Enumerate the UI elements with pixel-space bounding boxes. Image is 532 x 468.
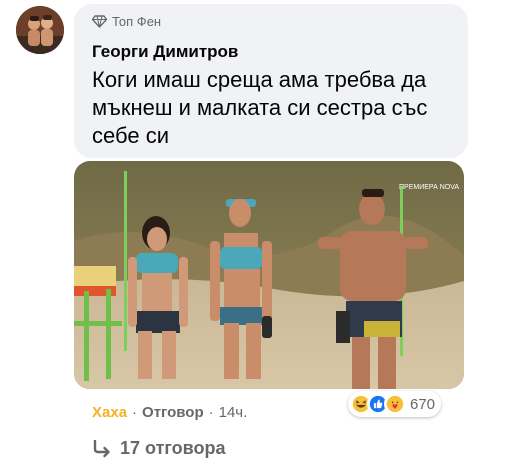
comment-actions: Хаха · Отговор · 14ч. — [92, 404, 247, 421]
separator-dot: · — [132, 404, 138, 421]
reaction-count: 670 — [410, 395, 436, 413]
separator-dot: · — [208, 404, 214, 421]
avatar-image — [16, 6, 64, 54]
reply-button[interactable]: Отговор — [142, 404, 204, 421]
reply-arrow-icon — [93, 439, 110, 457]
timestamp[interactable]: 14ч. — [219, 404, 248, 421]
comment-photo[interactable]: ПРЕМИЕРА NOVA — [74, 161, 464, 389]
badge-label: Топ Фен — [112, 14, 162, 29]
author-name[interactable]: Георги Димитров — [92, 42, 238, 62]
watermark-text: ПРЕМИЕРА NOVA — [399, 184, 459, 191]
beach-scene-image: ПРЕМИЕРА NOVA — [74, 161, 464, 389]
view-replies-link[interactable]: 17 отговора — [92, 438, 225, 459]
avatar[interactable] — [16, 6, 64, 54]
comment-text: Коги имаш среща ама требва да мъкнеш и м… — [92, 67, 428, 148]
top-fan-badge[interactable]: Топ Фен — [92, 14, 161, 29]
replies-count-label: 17 отговора — [120, 438, 226, 458]
haha-reaction-button[interactable]: Хаха — [92, 404, 127, 421]
diamond-icon — [92, 15, 107, 28]
care-icon — [384, 393, 406, 415]
reactions-summary[interactable]: 670 — [348, 391, 442, 417]
comment-bubble: Топ Фен Георги Димитров Коги имаш среща … — [74, 4, 468, 158]
